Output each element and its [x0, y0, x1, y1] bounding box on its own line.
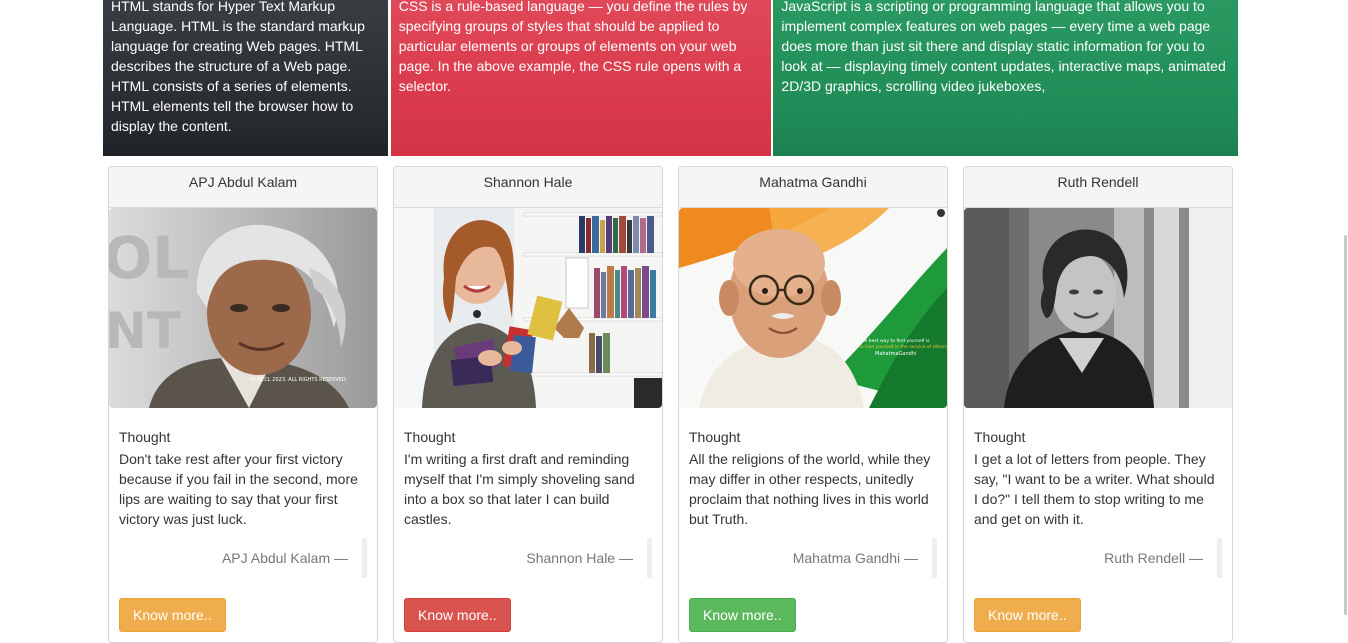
know-more-button[interactable]: Know more..: [119, 598, 226, 632]
css-info-panel: CSS is a rule-based language — you defin…: [390, 0, 772, 156]
card-title: Thought: [974, 429, 1026, 445]
html-info-panel: HTML stands for Hyper Text Markup Langua…: [103, 0, 388, 156]
card-header: Shannon Hale: [394, 167, 662, 208]
know-more-button[interactable]: Know more..: [974, 598, 1081, 632]
card-photo-rendell: [964, 208, 1232, 408]
svg-text:The best way to find yourself: The best way to find yourself is: [858, 338, 930, 344]
card-quote: I'm writing a first draft and reminding …: [404, 451, 635, 527]
svg-text:to lose yourself in the servic: to lose yourself in the service of other…: [859, 344, 947, 350]
card-quote: All the religions of the world, while th…: [689, 451, 931, 527]
svg-text:MahatmaGandhi: MahatmaGandhi: [875, 351, 916, 357]
card-header: Mahatma Gandhi: [679, 167, 947, 208]
photo-watermark: © BCCL 2023. ALL RIGHTS RESERVED.: [251, 376, 348, 383]
know-more-button[interactable]: Know more..: [404, 598, 511, 632]
quote-author: Ruth Rendell —: [974, 538, 1222, 578]
quote-card-hale: Shannon Hale Thought I'm writing a first…: [393, 166, 663, 643]
svg-text:OL: OL: [109, 224, 189, 292]
card-header: APJ Abdul Kalam: [109, 167, 377, 208]
know-more-button[interactable]: Know more..: [689, 598, 796, 632]
card-header: Ruth Rendell: [964, 167, 1232, 208]
quote-author: Mahatma Gandhi —: [689, 538, 937, 578]
card-quote: I get a lot of letters from people. They…: [974, 451, 1215, 527]
card-title: Thought: [689, 429, 741, 445]
card-title: Thought: [119, 429, 171, 445]
scrollbar-thumb[interactable]: [1344, 235, 1347, 615]
card-photo-kalam: OL NT © BCCL 2023. ALL RIGHTS RESERVED.: [109, 208, 377, 408]
card-quote: Don't take rest after your first victory…: [119, 451, 358, 527]
svg-text:NT: NT: [109, 302, 181, 360]
quote-card-gandhi: Mahatma Gandhi The best way to find your…: [678, 166, 948, 643]
quote-card-rendell: Ruth Rendell Thought I get a lot of lett…: [963, 166, 1233, 643]
quote-author: APJ Abdul Kalam —: [119, 538, 367, 578]
card-photo-gandhi: The best way to find yourself is to lose…: [679, 208, 947, 408]
intro-panels: HTML stands for Hyper Text Markup Langua…: [103, 0, 1238, 156]
card-title: Thought: [404, 429, 456, 445]
card-photo-hale: [394, 208, 662, 408]
quote-author: Shannon Hale —: [404, 538, 652, 578]
quote-cards: APJ Abdul Kalam OL NT © BCCL 2023. ALL R…: [108, 166, 1248, 643]
javascript-info-panel: JavaScript is a scripting or programming…: [773, 0, 1238, 156]
quote-card-kalam: APJ Abdul Kalam OL NT © BCCL 2023. ALL R…: [108, 166, 378, 643]
page-scrollbar[interactable]: [1342, 0, 1348, 643]
